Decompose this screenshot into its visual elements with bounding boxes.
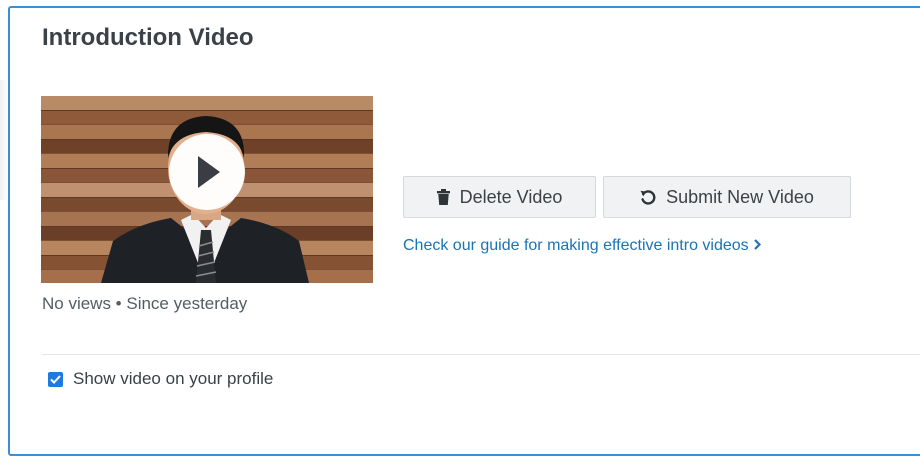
delete-video-button[interactable]: Delete Video xyxy=(403,176,596,218)
section-divider xyxy=(42,354,920,355)
section-title: Introduction Video xyxy=(42,24,254,51)
guide-link-text: Check our guide for making effective int… xyxy=(403,237,749,254)
delete-video-label: Delete Video xyxy=(459,186,563,207)
intro-video-guide-link[interactable]: Check our guide for making effective int… xyxy=(403,237,761,255)
show-on-profile-row: Show video on your profile xyxy=(48,369,273,389)
submit-new-video-label: Submit New Video xyxy=(666,186,814,207)
video-stats: No views • Since yesterday xyxy=(42,294,248,313)
left-edge-shade xyxy=(0,80,8,200)
trash-icon xyxy=(436,189,450,205)
show-on-profile-checkbox[interactable] xyxy=(48,371,63,387)
chevron-right-icon xyxy=(753,237,761,255)
checkmark-icon xyxy=(50,374,61,384)
video-thumbnail[interactable] xyxy=(41,96,373,283)
play-button[interactable] xyxy=(169,134,245,210)
submit-new-video-button[interactable]: Submit New Video xyxy=(603,176,851,218)
refresh-icon xyxy=(640,189,656,205)
show-on-profile-label: Show video on your profile xyxy=(73,369,274,388)
play-icon xyxy=(198,156,220,188)
